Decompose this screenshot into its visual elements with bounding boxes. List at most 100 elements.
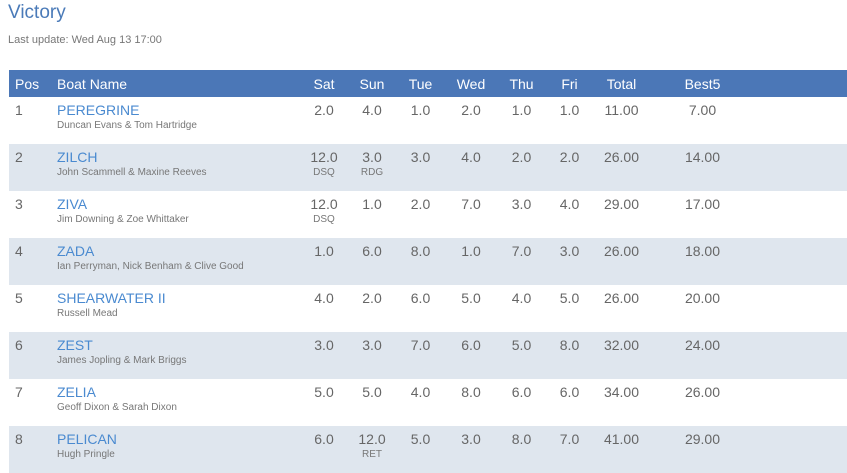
score-cell-sun: 2.0: [348, 285, 396, 332]
total-cell: 34.00: [593, 379, 650, 426]
score-value: 5.0: [314, 384, 334, 400]
boat-name-link[interactable]: SHEARWATER II: [57, 291, 300, 306]
score-value: 4.0: [511, 290, 532, 306]
score-cell-thu: 3.0: [497, 191, 546, 238]
score-cell-wed: 6.0: [445, 332, 497, 379]
row-spacer: [755, 332, 847, 379]
best5-cell: 24.00: [650, 332, 755, 379]
score-value: 1.0: [410, 102, 431, 118]
score-cell-fri: 2.0: [546, 144, 593, 191]
row-position: 2: [15, 149, 23, 165]
score-value: 3.0: [511, 196, 532, 212]
score-value: 6.0: [410, 290, 431, 306]
row-position: 8: [15, 431, 23, 447]
last-update-text: Last update: Wed Aug 13 17:00: [8, 34, 162, 46]
best5-cell: 20.00: [650, 285, 755, 332]
score-value: 3.0: [362, 149, 382, 165]
total-cell: 11.00: [593, 97, 650, 144]
row-spacer: [755, 144, 847, 191]
boat-name-link[interactable]: PEREGRINE: [57, 103, 300, 118]
score-value: 4.0: [559, 196, 580, 212]
table-row: 7 ZELIA Geoff Dixon & Sarah Dixon 5.0 5.0 4.0…: [9, 379, 847, 426]
score-value: 8.0: [559, 337, 580, 353]
score-cell-sat: 12.0 DSQ: [300, 144, 348, 191]
best5-cell: 18.00: [650, 238, 755, 285]
score-value: 1.0: [362, 196, 382, 212]
total-value: 26.00: [603, 243, 640, 259]
score-cell-sat: 6.0: [300, 426, 348, 473]
score-cell-wed: 3.0: [445, 426, 497, 473]
boat-cell: ZADA Ian Perryman, Nick Benham & Clive Go…: [57, 238, 300, 285]
best5-cell: 14.00: [650, 144, 755, 191]
score-cell-thu: 5.0: [497, 332, 546, 379]
boat-cell: ZILCH John Scammell & Maxine Reeves: [57, 144, 300, 191]
row-position-cell: 1: [9, 97, 57, 144]
score-cell-sat: 4.0: [300, 285, 348, 332]
row-spacer: [755, 426, 847, 473]
score-value: 5.0: [461, 290, 481, 306]
score-cell-tue: 7.0: [396, 332, 445, 379]
best5-cell: 7.00: [650, 97, 755, 144]
score-cell-tue: 4.0: [396, 379, 445, 426]
boat-name-link[interactable]: ZILCH: [57, 150, 300, 165]
score-value: 3.0: [314, 337, 334, 353]
score-cell-sun: 6.0: [348, 238, 396, 285]
boat-name-link[interactable]: ZIVA: [57, 197, 300, 212]
score-cell-sat: 2.0: [300, 97, 348, 144]
boat-cell: SHEARWATER II Russell Mead: [57, 285, 300, 332]
header-pos: Pos: [9, 70, 57, 97]
page-title: Victory: [8, 2, 66, 23]
total-value: 41.00: [603, 431, 640, 447]
score-cell-fri: 5.0: [546, 285, 593, 332]
score-cell-wed: 7.0: [445, 191, 497, 238]
score-value: 5.0: [362, 384, 382, 400]
score-value: 12.0: [310, 196, 338, 212]
header-thu: Thu: [497, 70, 546, 97]
boat-name-link[interactable]: PELICAN: [57, 432, 300, 447]
header-wed: Wed: [445, 70, 497, 97]
boat-name-link[interactable]: ZADA: [57, 244, 300, 259]
score-value: 6.0: [314, 431, 334, 447]
header-sat: Sat: [300, 70, 348, 97]
boat-name-link[interactable]: ZEST: [57, 338, 300, 353]
boat-cell: ZEST James Jopling & Mark Briggs: [57, 332, 300, 379]
header-best5: Best5: [650, 70, 755, 97]
score-value: 2.0: [410, 196, 431, 212]
score-cell-fri: 4.0: [546, 191, 593, 238]
row-spacer: [755, 191, 847, 238]
row-spacer: [755, 379, 847, 426]
best5-cell: 17.00: [650, 191, 755, 238]
score-value: 4.0: [314, 290, 334, 306]
score-cell-fri: 1.0: [546, 97, 593, 144]
crew-names: Ian Perryman, Nick Benham & Clive Good: [57, 261, 244, 272]
row-position: 5: [15, 290, 23, 306]
best5-cell: 29.00: [650, 426, 755, 473]
score-value: 6.0: [461, 337, 481, 353]
score-cell-wed: 1.0: [445, 238, 497, 285]
boat-cell: PELICAN Hugh Pringle: [57, 426, 300, 473]
score-value: 2.0: [559, 149, 580, 165]
score-value: 12.0: [358, 431, 386, 447]
score-cell-thu: 6.0: [497, 379, 546, 426]
row-position-cell: 5: [9, 285, 57, 332]
score-cell-fri: 3.0: [546, 238, 593, 285]
best5-value: 29.00: [684, 431, 721, 447]
table-row: 3 ZIVA Jim Downing & Zoe Whittaker 12.0 DSQ 1…: [9, 191, 847, 238]
score-value: 8.0: [461, 384, 481, 400]
row-spacer: [755, 238, 847, 285]
boat-name-link[interactable]: ZELIA: [57, 385, 300, 400]
row-position: 7: [15, 384, 23, 400]
score-cell-tue: 6.0: [396, 285, 445, 332]
score-value: 1.0: [461, 243, 481, 259]
score-value: 7.0: [410, 337, 431, 353]
crew-names: Hugh Pringle: [57, 449, 115, 460]
best5-value: 7.00: [688, 102, 717, 118]
header-spacer: [755, 70, 847, 97]
score-value: 5.0: [559, 290, 580, 306]
best5-value: 20.00: [684, 290, 721, 306]
score-value: 2.0: [511, 149, 532, 165]
score-cell-tue: 3.0: [396, 144, 445, 191]
score-cell-sat: 1.0: [300, 238, 348, 285]
score-cell-fri: 6.0: [546, 379, 593, 426]
header-boat-name: Boat Name: [57, 70, 300, 97]
